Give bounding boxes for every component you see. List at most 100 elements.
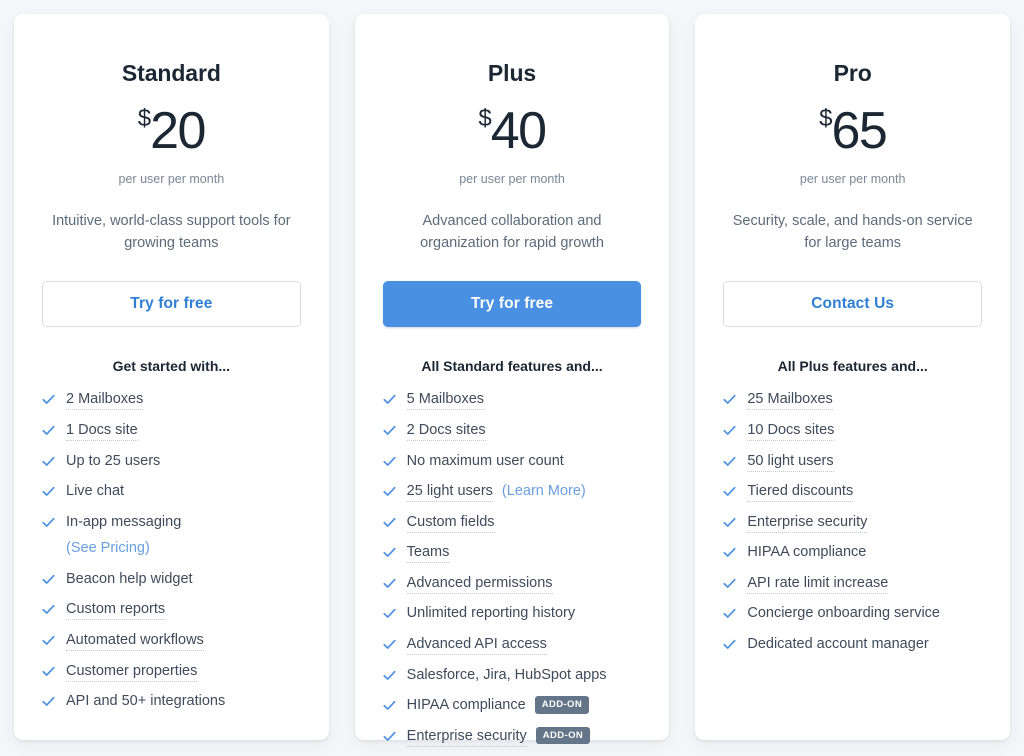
feature-body: Salesforce, Jira, HubSpot apps [407,666,642,686]
plan-price: $40 [383,105,642,157]
feature-label[interactable]: Enterprise security [747,513,868,533]
feature-label[interactable]: Customer properties [66,662,198,682]
feature-body: 10 Docs sites [747,421,982,441]
check-icon [383,669,396,682]
price-amount: 65 [831,102,887,160]
feature-item: API rate limit increase [723,568,982,599]
feature-label[interactable]: Enterprise security [406,727,527,747]
feature-item: Enterprise security [723,507,982,538]
price-period: per user per month [799,172,906,186]
plan-name: Plus [487,60,537,86]
check-icon [383,607,396,620]
plan-description: Intuitive, world-class support tools for… [52,213,291,252]
plan-name: Pro [833,60,872,86]
check-icon [383,638,396,651]
feature-item: HIPAA compliance [723,538,982,569]
feature-item: Dedicated account manager [723,629,982,660]
check-icon [723,638,736,651]
feature-body: Teams [406,543,642,564]
check-icon [42,603,55,616]
feature-item: Up to 25 users [42,446,301,477]
feature-item: 25 light users (Learn More) [383,477,642,508]
check-icon [723,607,736,620]
feature-item: Tiered discounts [723,477,982,508]
features-list: 5 Mailboxes 2 Docs sites No maximum user c… [383,385,642,752]
cta-button-standard[interactable]: Try for free [42,280,301,327]
check-icon [42,485,55,498]
feature-label[interactable]: Custom fields [406,513,495,533]
feature-item: Live chat [42,477,301,508]
feature-item: Enterprise security ADD-ON [383,721,642,752]
feature-label: Salesforce, Jira, HubSpot apps [406,666,607,683]
feature-body: No maximum user count [407,452,642,472]
check-icon [42,695,55,708]
feature-body: Advanced API access [406,635,642,655]
check-icon [723,546,736,559]
feature-label[interactable]: 1 Docs site [66,422,138,441]
feature-label[interactable]: Advanced API access [406,635,547,655]
check-icon [42,516,55,529]
feature-item: Automated workflows [42,625,301,656]
check-icon [42,455,55,468]
feature-body: In-app messaging (See Pricing) [66,513,301,559]
feature-body: 25 Mailboxes [747,390,982,411]
check-icon [383,424,396,437]
price-amount: 40 [490,102,547,160]
features-heading: All Plus features and... [777,357,928,374]
feature-label[interactable]: API rate limit increase [747,574,889,594]
feature-item: Customer properties [42,656,301,687]
feature-label[interactable]: 2 Docs sites [406,422,486,441]
feature-item: Custom reports [42,595,301,626]
check-icon [383,699,396,712]
feature-body: API and 50+ integrations [66,692,301,712]
feature-body: Live chat [66,482,301,502]
feature-label[interactable]: 10 Docs sites [747,422,835,441]
price-currency: $ [819,105,832,132]
feature-label[interactable]: Teams [406,544,450,564]
feature-item: No maximum user count [383,446,642,477]
feature-item: Unlimited reporting history [383,599,642,630]
check-icon [383,516,396,529]
feature-label[interactable]: Custom reports [66,601,166,621]
check-icon [723,577,736,590]
feature-see-pricing-link[interactable]: (See Pricing) [66,539,301,559]
feature-body: Up to 25 users [66,452,301,472]
feature-label: HIPAA compliance [747,544,867,561]
feature-label: In-app messaging [66,513,182,530]
check-icon [383,485,396,498]
feature-label: Beacon help widget [66,570,193,587]
feature-body: Advanced permissions [406,574,642,594]
feature-body: HIPAA compliance ADD-ON [407,696,642,716]
feature-item: 50 light users [723,446,982,477]
feature-label[interactable]: 5 Mailboxes [406,391,485,411]
check-icon [723,424,736,437]
price-currency: $ [137,105,151,132]
feature-body: Tiered discounts [747,482,982,503]
plan-price: $65 [723,105,982,157]
feature-item: 2 Docs sites [383,416,642,447]
feature-label[interactable]: Advanced permissions [406,574,553,594]
feature-item: 10 Docs sites [723,416,982,447]
feature-item: Concierge onboarding service [723,599,982,630]
cta-button-plus[interactable]: Try for free [382,280,642,327]
feature-label[interactable]: 25 Mailboxes [747,391,833,411]
features-heading: Get started with... [112,357,231,374]
addon-badge: ADD-ON [534,696,590,714]
feature-label[interactable]: 25 light users [406,483,493,503]
cta-button-pro[interactable]: Contact Us [723,280,983,327]
price-currency: $ [478,105,491,132]
feature-item: API and 50+ integrations [42,687,301,718]
feature-label[interactable]: Tiered discounts [747,483,854,503]
feature-body: 2 Docs sites [406,421,642,441]
feature-label[interactable]: 50 light users [747,452,834,472]
feature-label: HIPAA compliance [406,697,526,714]
feature-learn-more-link[interactable]: (Learn More) [502,483,586,499]
feature-label[interactable]: Automated workflows [66,631,204,651]
feature-item: Teams [383,538,642,569]
check-icon [383,730,396,743]
feature-label: No maximum user count [406,452,564,469]
feature-label[interactable]: 2 Mailboxes [66,391,144,411]
feature-body: Customer properties [66,662,301,682]
feature-body: Beacon help widget [66,570,301,590]
feature-body: 1 Docs site [66,421,301,441]
